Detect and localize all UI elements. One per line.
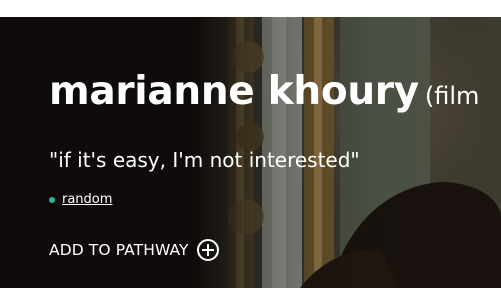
hero-banner: marianne khoury (film "if it's easy, I'm … bbox=[0, 17, 501, 288]
person-quote: "if it's easy, I'm not interested" bbox=[49, 148, 360, 172]
tag-link-random[interactable]: random bbox=[62, 192, 112, 207]
person-name: marianne khoury bbox=[49, 69, 419, 114]
person-role-suffix: (film bbox=[424, 82, 480, 110]
add-to-pathway-label: ADD TO PATHWAY bbox=[49, 241, 189, 259]
tag-row: random bbox=[49, 192, 112, 207]
add-to-pathway-button[interactable]: ADD TO PATHWAY bbox=[49, 239, 219, 261]
plus-circle-icon[interactable] bbox=[196, 239, 219, 261]
person-title: marianne khoury (film bbox=[49, 69, 479, 119]
dot-icon bbox=[49, 196, 55, 203]
